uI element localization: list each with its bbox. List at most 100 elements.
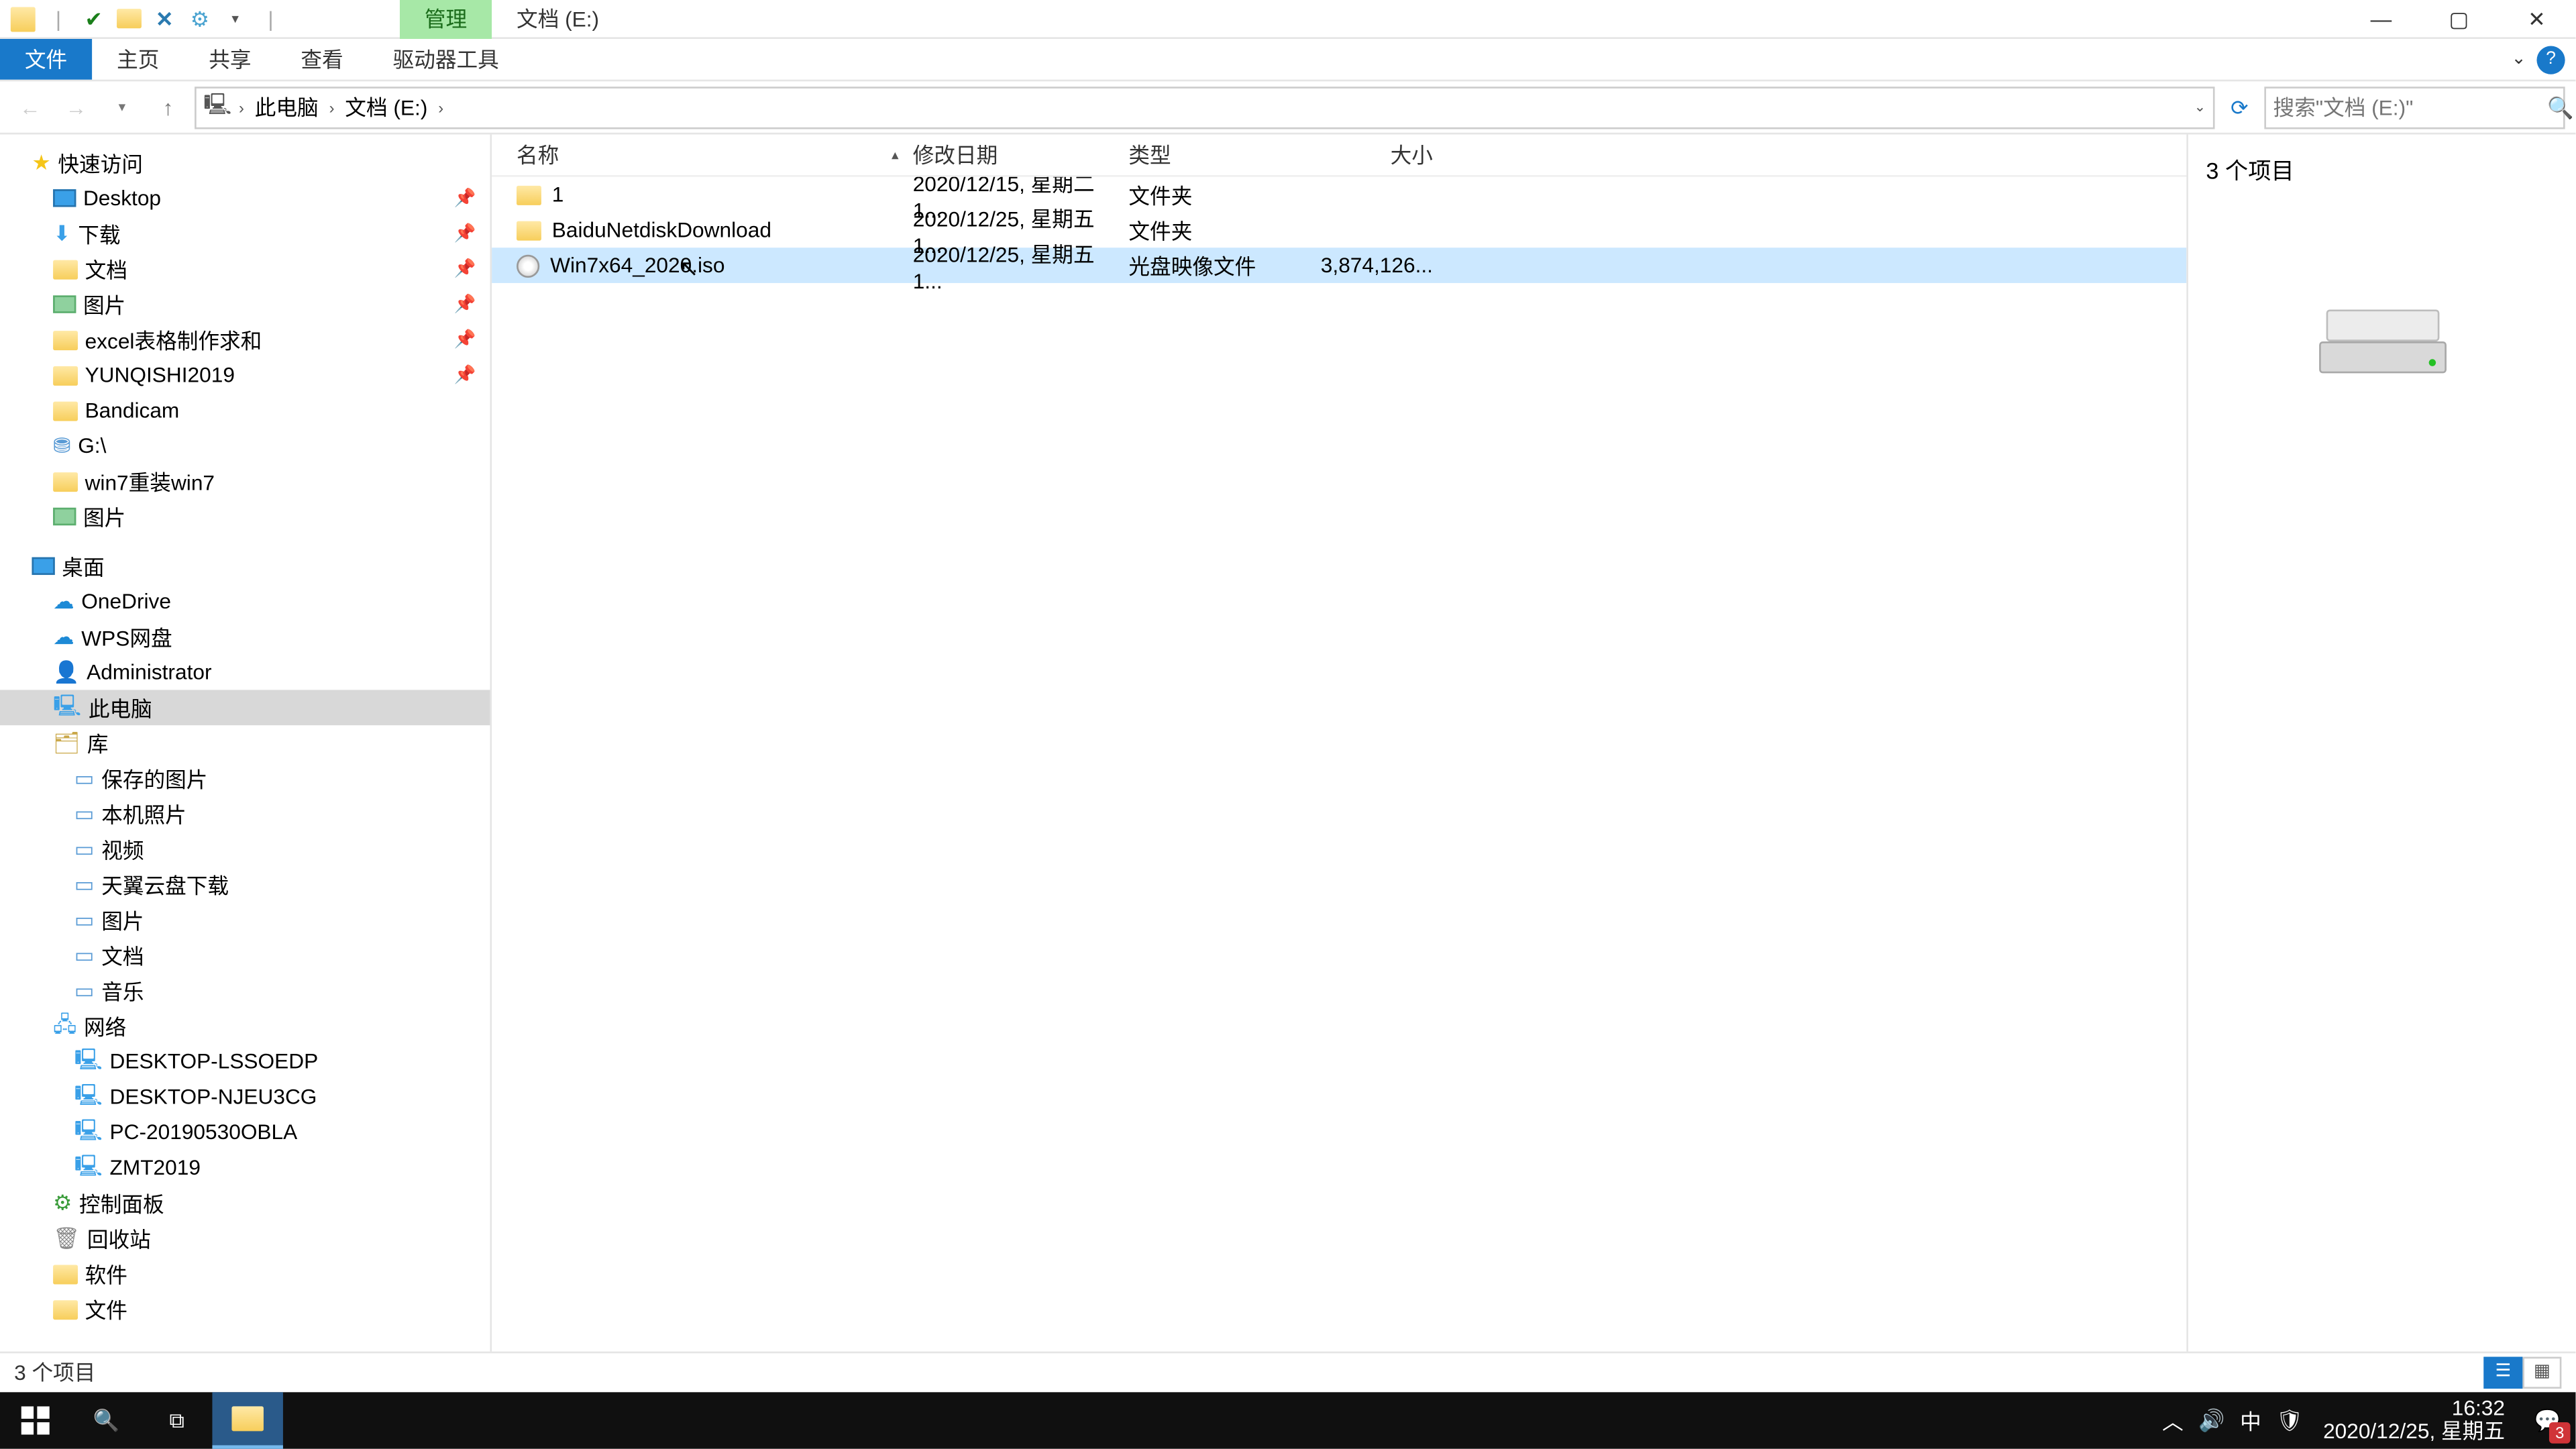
help-icon[interactable]: ? [2536, 45, 2565, 73]
preview-item-count: 3 个项目 [2206, 152, 2294, 186]
library-item-icon: ▭ [74, 908, 95, 932]
view-details-button[interactable]: ☰ [2483, 1356, 2522, 1387]
nav-recycle-bin[interactable]: 🗑 回收站 [0, 1221, 490, 1256]
qat-folder-icon[interactable] [113, 3, 145, 34]
nav-control-panel[interactable]: ⚙ 控制面板 [0, 1185, 490, 1221]
refresh-button[interactable]: ⟳ [2222, 89, 2257, 125]
crumb-this-pc[interactable]: 此电脑 [251, 92, 322, 122]
folder-icon [53, 472, 78, 491]
nav-quick-access-item[interactable]: 图片📌 [0, 286, 490, 322]
minimize-button[interactable]: — [2342, 0, 2420, 38]
nav-network[interactable]: 🖧 网络 [0, 1008, 490, 1044]
nav-quick-access-item[interactable]: Bandicam [0, 392, 490, 428]
column-name[interactable]: 名称 ▴ [517, 140, 913, 170]
pc-icon: 🖳 [74, 1078, 103, 1115]
file-row[interactable]: Win7x64_2020.iso2020/12/25, 星期五 1...光盘映像… [492, 248, 2186, 283]
taskbar-clock[interactable]: 16:32 2020/12/25, 星期五 [2309, 1397, 2519, 1444]
file-name: BaiduNetdiskDownload [552, 217, 771, 242]
search-box[interactable]: 🔍 [2264, 86, 2565, 128]
nav-label: 文档 [85, 254, 127, 284]
tray-security-icon[interactable]: 🛡 [2270, 1392, 2309, 1448]
column-size[interactable]: 大小 [1305, 140, 1433, 170]
tab-view[interactable]: 查看 [276, 39, 368, 80]
view-thumbnails-button[interactable]: ▦ [2522, 1356, 2561, 1387]
preview-pane: 3 个项目 [2186, 134, 2575, 1351]
chevron-right-icon[interactable]: › [438, 98, 443, 115]
nav-library-item[interactable]: ▭视频 [0, 831, 490, 867]
tab-drive-tools[interactable]: 驱动器工具 [368, 39, 524, 80]
search-button[interactable]: 🔍 [70, 1392, 141, 1448]
search-icon[interactable]: 🔍 [2547, 95, 2573, 119]
nav-quick-access-item[interactable]: win7重装win7 [0, 464, 490, 499]
nav-quick-access-item[interactable]: ⛃G:\ [0, 428, 490, 464]
tray-volume-icon[interactable]: 🔊 [2192, 1392, 2231, 1448]
close-button[interactable]: ✕ [2498, 0, 2575, 38]
nav-library-item[interactable]: ▭保存的图片 [0, 761, 490, 796]
file-date: 2020/12/25, 星期五 1... [913, 238, 1129, 293]
chevron-right-icon[interactable]: › [239, 98, 244, 115]
nav-label: Administrator [87, 660, 211, 685]
crumb-drive[interactable]: 文档 (E:) [341, 92, 431, 122]
nav-quick-access[interactable]: ★ 快速访问 [0, 145, 490, 180]
nav-quick-access-item[interactable]: excel表格制作求和📌 [0, 322, 490, 358]
nav-label: WPS网盘 [81, 622, 172, 652]
nav-network-item[interactable]: 🖳ZMT2019 [0, 1150, 490, 1185]
tray-ime-icon[interactable]: 中 [2231, 1392, 2270, 1448]
address-dropdown-icon[interactable]: ⌄ [2194, 99, 2206, 115]
nav-network-item[interactable]: 🖳PC-20190530OBLA [0, 1114, 490, 1150]
file-row[interactable]: BaiduNetdiskDownload2020/12/25, 星期五 1...… [492, 212, 2186, 248]
taskbar-explorer[interactable] [212, 1392, 282, 1448]
nav-quick-access-item[interactable]: 文档📌 [0, 251, 490, 286]
qat-close-icon[interactable]: ✕ [149, 3, 180, 34]
nav-library-item[interactable]: ▭文档 [0, 938, 490, 973]
app-icon [7, 3, 39, 34]
tab-home[interactable]: 主页 [92, 39, 184, 80]
nav-quick-access-item[interactable]: Desktop📌 [0, 180, 490, 216]
breadcrumb[interactable]: 🖳 › 此电脑 › 文档 (E:) › ⌄ [195, 86, 2214, 128]
contextual-tab-manage[interactable]: 管理 [400, 0, 492, 38]
nav-library-item[interactable]: ▭图片 [0, 902, 490, 938]
maximize-button[interactable]: ▢ [2420, 0, 2498, 38]
qat-dropdown-icon[interactable]: ▾ [219, 3, 251, 34]
forward-button[interactable]: → [56, 88, 95, 127]
folder-icon [53, 1299, 78, 1319]
nav-software[interactable]: 软件 [0, 1256, 490, 1291]
nav-quick-access-item[interactable]: YUNQISHI2019📌 [0, 358, 490, 393]
nav-onedrive[interactable]: ☁ OneDrive [0, 584, 490, 619]
task-view-button[interactable]: ⧉ [142, 1392, 212, 1448]
ribbon-expand-icon[interactable]: ⌄ [2512, 50, 2526, 69]
nav-desktop-root[interactable]: 桌面 [0, 548, 490, 584]
nav-label: OneDrive [81, 589, 171, 614]
up-button[interactable]: ↑ [149, 88, 188, 127]
tray-chevron-up-icon[interactable]: ︿ [2153, 1392, 2192, 1448]
search-input[interactable] [2273, 95, 2548, 119]
nav-docs[interactable]: 文件 [0, 1291, 490, 1327]
start-button[interactable] [0, 1392, 70, 1448]
nav-network-item[interactable]: 🖳DESKTOP-LSSOEDP [0, 1044, 490, 1079]
nav-network-item[interactable]: 🖳DESKTOP-NJEU3CG [0, 1079, 490, 1115]
chevron-right-icon[interactable]: › [329, 98, 335, 115]
recent-locations-icon[interactable]: ▾ [103, 88, 142, 127]
nav-wps[interactable]: ☁ WPS网盘 [0, 619, 490, 655]
nav-library-item[interactable]: ▭音乐 [0, 973, 490, 1008]
nav-quick-access-item[interactable]: ⬇下载📌 [0, 216, 490, 252]
nav-library-item[interactable]: ▭本机照片 [0, 796, 490, 832]
nav-label: 视频 [101, 834, 144, 864]
file-name: 1 [552, 182, 564, 207]
file-row[interactable]: 12020/12/15, 星期二 1...文件夹 [492, 177, 2186, 213]
nav-administrator[interactable]: 👤 Administrator [0, 655, 490, 690]
nav-this-pc[interactable]: 🖳 此电脑 [0, 690, 490, 725]
qat-check-icon[interactable]: ✔ [78, 3, 109, 34]
qat-gear-icon[interactable]: ⚙ [184, 3, 215, 34]
pin-icon: 📌 [454, 224, 476, 244]
back-button[interactable]: ← [11, 88, 50, 127]
nav-library[interactable]: 🗂 库 [0, 725, 490, 761]
action-center-button[interactable]: 💬 3 [2519, 1392, 2575, 1448]
clock-time: 16:32 [2452, 1397, 2505, 1420]
column-date[interactable]: 修改日期 [913, 140, 1129, 170]
tab-file[interactable]: 文件 [0, 39, 92, 80]
nav-library-item[interactable]: ▭天翼云盘下载 [0, 867, 490, 902]
nav-quick-access-item[interactable]: 图片 [0, 499, 490, 535]
tab-share[interactable]: 共享 [184, 39, 276, 80]
column-type[interactable]: 类型 [1128, 140, 1305, 170]
